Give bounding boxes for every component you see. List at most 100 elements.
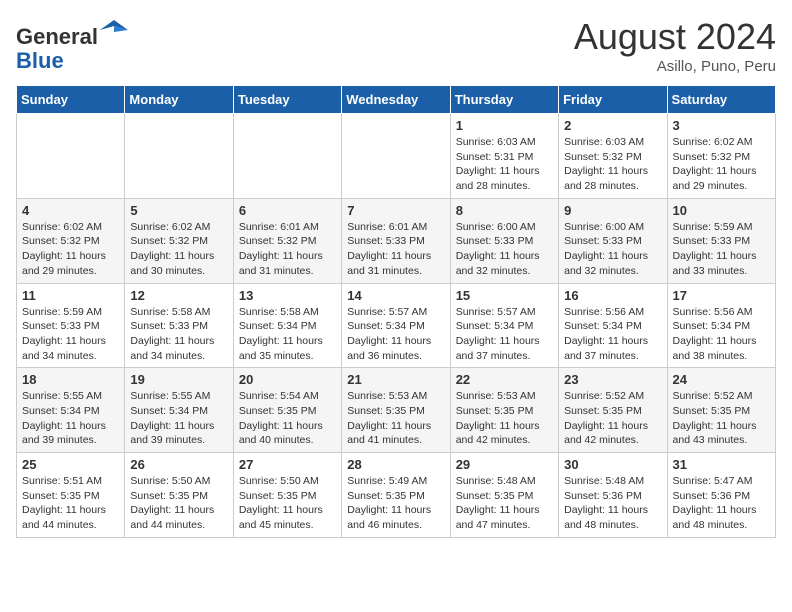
day-number: 31 [673,457,770,472]
day-info: Sunrise: 5:47 AMSunset: 5:36 PMDaylight:… [673,474,770,533]
day-info: Sunrise: 5:55 AMSunset: 5:34 PMDaylight:… [130,389,227,448]
day-number: 21 [347,372,444,387]
day-info: Sunrise: 5:59 AMSunset: 5:33 PMDaylight:… [673,220,770,279]
calendar-cell: 7 Sunrise: 6:01 AMSunset: 5:33 PMDaylight… [342,198,450,283]
calendar-cell: 1Sunrise: 6:03 AMSunset: 5:31 PMDaylight… [450,114,558,199]
day-info: Sunrise: 6:03 AMSunset: 5:32 PMDaylight:… [564,135,661,194]
day-number: 7 [347,203,444,218]
location-subtitle: Asillo, Puno, Peru [574,58,776,75]
day-number: 9 [564,203,661,218]
calendar-cell: 16 Sunrise: 5:56 AMSunset: 5:34 PMDayligh… [559,283,667,368]
day-info: Sunrise: 5:50 AMSunset: 5:35 PMDaylight:… [239,474,336,533]
day-info: Sunrise: 5:48 AMSunset: 5:36 PMDaylight:… [564,474,661,533]
day-info: Sunrise: 5:59 AMSunset: 5:33 PMDaylight:… [22,305,119,364]
calendar-cell: 14 Sunrise: 5:57 AMSunset: 5:34 PMDayligh… [342,283,450,368]
day-number: 19 [130,372,227,387]
calendar-cell: 20 Sunrise: 5:54 AMSunset: 5:35 PMDayligh… [233,368,341,453]
day-info: Sunrise: 5:53 AMSunset: 5:35 PMDaylight:… [456,389,553,448]
calendar-cell: 4 Sunrise: 6:02 AMSunset: 5:32 PMDaylight… [17,198,125,283]
day-info: Sunrise: 5:51 AMSunset: 5:35 PMDaylight:… [22,474,119,533]
day-number: 28 [347,457,444,472]
day-info: Sunrise: 5:55 AMSunset: 5:34 PMDaylight:… [22,389,119,448]
calendar-cell: 11 Sunrise: 5:59 AMSunset: 5:33 PMDayligh… [17,283,125,368]
calendar-week-row: 1Sunrise: 6:03 AMSunset: 5:31 PMDaylight… [17,114,776,199]
day-info: Sunrise: 5:48 AMSunset: 5:35 PMDaylight:… [456,474,553,533]
day-info: Sunrise: 5:57 AMSunset: 5:34 PMDaylight:… [347,305,444,364]
day-info: Sunrise: 6:02 AMSunset: 5:32 PMDaylight:… [22,220,119,279]
day-info: Sunrise: 5:50 AMSunset: 5:35 PMDaylight:… [130,474,227,533]
day-info: Sunrise: 5:56 AMSunset: 5:34 PMDaylight:… [673,305,770,364]
calendar-cell: 21 Sunrise: 5:53 AMSunset: 5:35 PMDayligh… [342,368,450,453]
day-number: 17 [673,288,770,303]
weekday-header-friday: Friday [559,86,667,114]
day-info: Sunrise: 5:52 AMSunset: 5:35 PMDaylight:… [673,389,770,448]
day-info: Sunrise: 6:03 AMSunset: 5:31 PMDaylight:… [456,135,553,194]
day-number: 13 [239,288,336,303]
calendar-cell: 6 Sunrise: 6:01 AMSunset: 5:32 PMDaylight… [233,198,341,283]
day-number: 22 [456,372,553,387]
calendar-week-row: 4 Sunrise: 6:02 AMSunset: 5:32 PMDaylight… [17,198,776,283]
title-block: August 2024 Asillo, Puno, Peru [574,16,776,75]
day-number: 4 [22,203,119,218]
calendar-cell: 29 Sunrise: 5:48 AMSunset: 5:35 PMDayligh… [450,453,558,538]
logo: General Blue [16,16,128,73]
calendar-week-row: 25Sunrise: 5:51 AMSunset: 5:35 PMDayligh… [17,453,776,538]
weekday-header-wednesday: Wednesday [342,86,450,114]
calendar-cell: 30 Sunrise: 5:48 AMSunset: 5:36 PMDayligh… [559,453,667,538]
calendar-cell: 27 Sunrise: 5:50 AMSunset: 5:35 PMDayligh… [233,453,341,538]
day-number: 11 [22,288,119,303]
calendar-cell: 22 Sunrise: 5:53 AMSunset: 5:35 PMDayligh… [450,368,558,453]
day-number: 10 [673,203,770,218]
day-info: Sunrise: 6:00 AMSunset: 5:33 PMDaylight:… [564,220,661,279]
day-number: 6 [239,203,336,218]
day-info: Sunrise: 6:02 AMSunset: 5:32 PMDaylight:… [130,220,227,279]
calendar-cell: 8Sunrise: 6:00 AMSunset: 5:33 PMDaylight… [450,198,558,283]
calendar-week-row: 18 Sunrise: 5:55 AMSunset: 5:34 PMDayligh… [17,368,776,453]
calendar-cell: 13Sunrise: 5:58 AMSunset: 5:34 PMDayligh… [233,283,341,368]
calendar-cell: 26 Sunrise: 5:50 AMSunset: 5:35 PMDayligh… [125,453,233,538]
day-number: 24 [673,372,770,387]
page-header: General Blue August 2024 Asillo, Puno, P… [16,16,776,75]
day-number: 14 [347,288,444,303]
day-number: 18 [22,372,119,387]
calendar-cell: 24 Sunrise: 5:52 AMSunset: 5:35 PMDayligh… [667,368,775,453]
day-info: Sunrise: 5:56 AMSunset: 5:34 PMDaylight:… [564,305,661,364]
day-number: 29 [456,457,553,472]
calendar-cell: 19 Sunrise: 5:55 AMSunset: 5:34 PMDayligh… [125,368,233,453]
day-number: 15 [456,288,553,303]
day-number: 2 [564,118,661,133]
day-number: 23 [564,372,661,387]
day-number: 20 [239,372,336,387]
month-year-title: August 2024 [574,16,776,58]
calendar-cell: 12Sunrise: 5:58 AMSunset: 5:33 PMDayligh… [125,283,233,368]
weekday-header-sunday: Sunday [17,86,125,114]
calendar-cell [342,114,450,199]
weekday-header-thursday: Thursday [450,86,558,114]
day-number: 12 [130,288,227,303]
calendar-cell: 17 Sunrise: 5:56 AMSunset: 5:34 PMDayligh… [667,283,775,368]
day-info: Sunrise: 5:53 AMSunset: 5:35 PMDaylight:… [347,389,444,448]
calendar-table: SundayMondayTuesdayWednesdayThursdayFrid… [16,85,776,538]
day-info: Sunrise: 5:49 AMSunset: 5:35 PMDaylight:… [347,474,444,533]
weekday-header-monday: Monday [125,86,233,114]
calendar-cell: 10 Sunrise: 5:59 AMSunset: 5:33 PMDayligh… [667,198,775,283]
calendar-week-row: 11 Sunrise: 5:59 AMSunset: 5:33 PMDayligh… [17,283,776,368]
calendar-cell [233,114,341,199]
calendar-cell: 23Sunrise: 5:52 AMSunset: 5:35 PMDayligh… [559,368,667,453]
calendar-cell: 28 Sunrise: 5:49 AMSunset: 5:35 PMDayligh… [342,453,450,538]
day-info: Sunrise: 6:02 AMSunset: 5:32 PMDaylight:… [673,135,770,194]
day-info: Sunrise: 6:01 AMSunset: 5:32 PMDaylight:… [239,220,336,279]
day-info: Sunrise: 5:57 AMSunset: 5:34 PMDaylight:… [456,305,553,364]
day-number: 26 [130,457,227,472]
logo-blue-text: Blue [16,48,64,73]
day-info: Sunrise: 5:54 AMSunset: 5:35 PMDaylight:… [239,389,336,448]
day-number: 27 [239,457,336,472]
logo-general-text: General [16,24,98,49]
weekday-header-tuesday: Tuesday [233,86,341,114]
day-number: 5 [130,203,227,218]
day-number: 30 [564,457,661,472]
calendar-cell: 15 Sunrise: 5:57 AMSunset: 5:34 PMDayligh… [450,283,558,368]
calendar-header-row: SundayMondayTuesdayWednesdayThursdayFrid… [17,86,776,114]
day-info: Sunrise: 6:01 AMSunset: 5:33 PMDaylight:… [347,220,444,279]
day-number: 16 [564,288,661,303]
